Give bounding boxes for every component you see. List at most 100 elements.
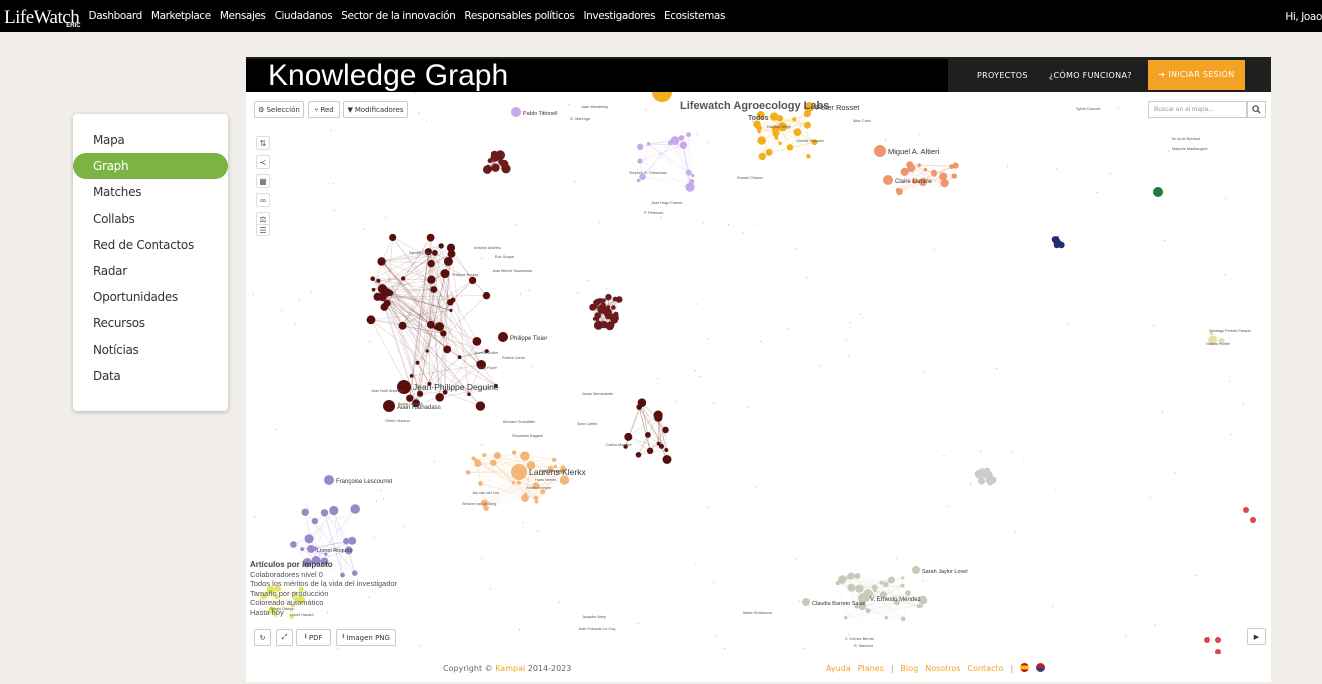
node-label-small[interactable]: Eric Scopel	[495, 255, 514, 259]
node-label-small[interactable]: Sara Cantin	[577, 422, 597, 426]
graph-node[interactable]	[896, 188, 903, 196]
search-input[interactable]: Buscar en el mapa...	[1148, 101, 1247, 118]
graph-node-major[interactable]	[1153, 187, 1163, 197]
graph-node[interactable]	[887, 576, 895, 584]
graph-node[interactable]	[512, 450, 517, 455]
node-label-small[interactable]: Sylvie Dumont	[1076, 107, 1101, 111]
node-label[interactable]: Miguel A. Altieri	[888, 147, 940, 156]
blog-link[interactable]: Blog	[901, 664, 919, 673]
sort-icon[interactable]: ⇅	[256, 136, 270, 150]
graph-node[interactable]	[376, 278, 381, 283]
graph-node[interactable]	[854, 573, 861, 579]
graph-node[interactable]	[475, 401, 486, 411]
graph-node[interactable]	[589, 303, 597, 311]
graph-node[interactable]	[440, 330, 447, 337]
nav-link-mensajes[interactable]: Mensajes	[220, 10, 266, 22]
node-label-small[interactable]: Jean Noël Aubertot	[371, 389, 404, 393]
graph-node[interactable]	[637, 143, 644, 150]
graph-node[interactable]	[855, 584, 864, 593]
graph-node[interactable]	[646, 142, 651, 146]
ayuda-link[interactable]: Ayuda	[826, 664, 851, 673]
graph-node[interactable]	[985, 477, 993, 484]
menu-item-oportunidades[interactable]: Oportunidades	[73, 284, 228, 310]
graph-node[interactable]	[905, 590, 911, 596]
node-label-small[interactable]: Bruno Lemaire	[398, 402, 423, 406]
graph-node[interactable]	[443, 345, 452, 354]
graph-node[interactable]	[606, 305, 611, 310]
user-greeting[interactable]: Hi, Joao	[1285, 11, 1322, 23]
graph-node[interactable]	[1250, 517, 1256, 523]
graph-node[interactable]	[426, 233, 435, 242]
nav-link-sector-de-la-innovaci-n[interactable]: Sector de la innovación	[341, 10, 456, 22]
graph-node[interactable]	[792, 117, 797, 122]
graph-node[interactable]	[320, 509, 329, 517]
spain-flag-icon[interactable]	[1020, 663, 1030, 672]
graph-node[interactable]	[653, 410, 663, 420]
graph-node[interactable]	[435, 393, 444, 402]
node-label-small[interactable]: V. Gómez Bernal	[845, 637, 874, 641]
fullscreen-button[interactable]: ⤢	[276, 629, 293, 646]
graph-node[interactable]	[300, 547, 304, 552]
nav-link-marketplace[interactable]: Marketplace	[151, 10, 211, 22]
node-label-small[interactable]: Jesús Mercadante	[582, 392, 613, 396]
graph-node[interactable]	[304, 534, 314, 544]
graph-node[interactable]	[491, 151, 495, 155]
graph-node[interactable]	[607, 321, 615, 329]
graph-node[interactable]	[443, 256, 453, 266]
play-button[interactable]: ▶	[1247, 628, 1266, 645]
node-label[interactable]: Claire Lamine	[895, 179, 933, 185]
nav-link-investigadores[interactable]: Investigadores	[583, 10, 655, 22]
graph-node[interactable]	[449, 308, 453, 312]
graph-node[interactable]	[838, 575, 847, 584]
graph-svg[interactable]: Jean-Philippe DeguineLaurens KlerkxMigue…	[246, 92, 1271, 654]
pdf-button[interactable]: ⭳ PDF	[296, 629, 331, 646]
search-button[interactable]	[1247, 101, 1266, 118]
graph-node[interactable]	[1058, 241, 1065, 249]
graph-node[interactable]	[917, 163, 921, 167]
node-label-small[interactable]: Jean Hugo Farmer	[651, 201, 683, 205]
graph-node[interactable]	[871, 584, 878, 591]
graph-node[interactable]	[678, 135, 685, 141]
graph-node[interactable]	[667, 140, 673, 146]
us-flag-icon[interactable]	[1036, 663, 1046, 672]
graph-node[interactable]	[901, 576, 905, 580]
graph-node[interactable]	[389, 233, 397, 242]
modificadores-button[interactable]: ▼ Modificadores	[343, 101, 408, 118]
node-label-small[interactable]: Jean Michel Sourisseau	[492, 269, 532, 273]
knowledge-graph-canvas[interactable]: Jean-Philippe Deguine Laurens Klerkx Migue…	[246, 92, 1271, 654]
graph-node-major[interactable]	[324, 475, 334, 485]
graph-node-major[interactable]	[883, 175, 893, 185]
graph-node[interactable]	[474, 462, 480, 467]
node-label-small[interactable]: Stephen R. Gliessman	[629, 171, 667, 175]
graph-node[interactable]	[482, 453, 487, 458]
graph-node[interactable]	[301, 508, 309, 516]
graph-node[interactable]	[662, 455, 672, 464]
node-label-small[interactable]: Simone van de Berg	[462, 502, 496, 506]
graph-node[interactable]	[879, 580, 884, 585]
graph-node[interactable]	[482, 291, 491, 300]
graph-node-major[interactable]	[874, 145, 886, 157]
graph-node[interactable]	[348, 536, 357, 545]
graph-node[interactable]	[907, 163, 916, 173]
node-label-small[interactable]: Jean-François Le Coq	[578, 627, 615, 631]
graph-node[interactable]	[471, 456, 476, 461]
nav-link-ciudadanos[interactable]: Ciudadanos	[275, 10, 333, 22]
graph-node[interactable]	[595, 317, 599, 322]
graph-node[interactable]	[685, 169, 692, 176]
planes-link[interactable]: Planes	[858, 664, 884, 673]
lasso-button[interactable]: ↻	[254, 629, 271, 646]
graph-node[interactable]	[758, 152, 766, 161]
graph-node[interactable]	[662, 426, 669, 434]
graph-node[interactable]	[290, 541, 297, 548]
menu-item-mapa[interactable]: Mapa	[73, 127, 228, 153]
graph-node-major[interactable]	[652, 92, 672, 102]
binoculars-icon[interactable]: ∞	[256, 193, 270, 207]
graph-node[interactable]	[377, 257, 386, 266]
graph-node[interactable]	[401, 276, 406, 281]
graph-node[interactable]	[468, 276, 477, 285]
graph-node[interactable]	[1243, 507, 1249, 513]
graph-node[interactable]	[370, 276, 375, 281]
graph-node[interactable]	[635, 452, 642, 458]
menu-item-collabs[interactable]: Collabs	[73, 206, 228, 232]
graph-node-major[interactable]	[307, 545, 315, 553]
